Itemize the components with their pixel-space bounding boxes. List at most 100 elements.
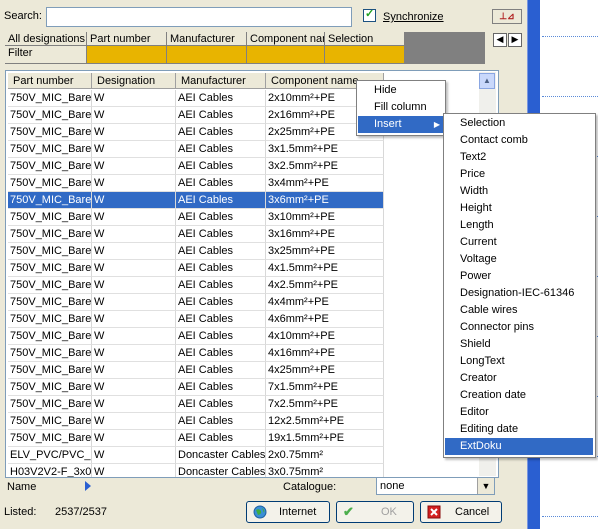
cell-part-number[interactable]: 750V_MIC_Bare <box>8 362 92 379</box>
filter-cell-component-name[interactable] <box>247 46 325 64</box>
table-row[interactable]: 750V_MIC_Bare W AEI Cables 3x1.5mm²+PE <box>8 141 386 158</box>
table-row[interactable]: 750V_MIC_Bare W AEI Cables 3x4mm²+PE <box>8 175 386 192</box>
filter-cell-part-number[interactable] <box>87 46 167 64</box>
chevron-down-icon[interactable]: ▼ <box>477 478 494 494</box>
cell-part-number[interactable]: 750V_MIC_Bare <box>8 243 92 260</box>
menu-item-fill-column[interactable]: Fill column <box>358 99 444 116</box>
cell-designation[interactable]: W <box>92 447 176 464</box>
cell-part-number[interactable]: H03V2V2-F_3x0 <box>8 464 92 477</box>
cell-manufacturer[interactable]: AEI Cables <box>176 396 266 413</box>
cell-part-number[interactable]: 750V_MIC_Bare <box>8 175 92 192</box>
cell-component-name[interactable]: 4x25mm²+PE <box>266 362 384 379</box>
cell-part-number[interactable]: 750V_MIC_Bare <box>8 345 92 362</box>
cell-manufacturer[interactable]: AEI Cables <box>176 107 266 124</box>
cell-manufacturer[interactable]: AEI Cables <box>176 362 266 379</box>
cell-part-number[interactable]: 750V_MIC_Bare <box>8 141 92 158</box>
submenu-item-width[interactable]: Width <box>445 183 593 200</box>
table-row[interactable]: 750V_MIC_Bare W AEI Cables 12x2.5mm²+PE <box>8 413 386 430</box>
table-row[interactable]: 750V_MIC_Bare W AEI Cables 3x6mm²+PE <box>8 192 386 209</box>
submenu-item-length[interactable]: Length <box>445 217 593 234</box>
cell-part-number[interactable]: 750V_MIC_Bare <box>8 379 92 396</box>
filter-cell-manufacturer[interactable] <box>167 46 247 64</box>
cell-manufacturer[interactable]: AEI Cables <box>176 294 266 311</box>
cell-designation[interactable]: W <box>92 141 176 158</box>
cell-designation[interactable]: W <box>92 209 176 226</box>
table-row[interactable]: 750V_MIC_Bare W AEI Cables 4x4mm²+PE <box>8 294 386 311</box>
catalogue-select[interactable]: none ▼ <box>376 477 495 495</box>
table-row[interactable]: 750V_MIC_Bare W AEI Cables 2x25mm²+PE <box>8 124 386 141</box>
cell-designation[interactable]: W <box>92 158 176 175</box>
submenu-item-selection[interactable]: Selection <box>445 115 593 132</box>
cell-part-number[interactable]: 750V_MIC_Bare <box>8 192 92 209</box>
cell-component-name[interactable]: 2x0.75mm² <box>266 447 384 464</box>
cell-designation[interactable]: W <box>92 464 176 477</box>
cell-designation[interactable]: W <box>92 243 176 260</box>
cell-manufacturer[interactable]: AEI Cables <box>176 209 266 226</box>
table-row[interactable]: 750V_MIC_Bare W AEI Cables 19x1.5mm²+PE <box>8 430 386 447</box>
synchronize-label[interactable]: Synchronize <box>383 11 444 23</box>
cell-manufacturer[interactable]: Doncaster Cables <box>176 464 266 477</box>
cell-designation[interactable]: W <box>92 192 176 209</box>
submenu-item-voltage[interactable]: Voltage <box>445 251 593 268</box>
cell-part-number[interactable]: 750V_MIC_Bare <box>8 226 92 243</box>
search-input[interactable] <box>46 7 352 27</box>
cell-component-name[interactable]: 3x16mm²+PE <box>266 226 384 243</box>
synchronize-checkbox[interactable] <box>363 7 376 22</box>
submenu-item-creator[interactable]: Creator <box>445 370 593 387</box>
cell-component-name[interactable]: 19x1.5mm²+PE <box>266 430 384 447</box>
submenu-item-cable-wires[interactable]: Cable wires <box>445 302 593 319</box>
cell-component-name[interactable]: 3x0.75mm² <box>266 464 384 477</box>
cell-part-number[interactable]: 750V_MIC_Bare <box>8 294 92 311</box>
ok-button[interactable]: ✔ OK <box>336 501 414 523</box>
cell-designation[interactable]: W <box>92 396 176 413</box>
filter-header-manufacturer[interactable]: Manufacturer <box>167 32 247 46</box>
cell-designation[interactable]: W <box>92 362 176 379</box>
table-row[interactable]: 750V_MIC_Bare W AEI Cables 2x10mm²+PE <box>8 90 386 107</box>
table-row[interactable]: 750V_MIC_Bare W AEI Cables 4x1.5mm²+PE <box>8 260 386 277</box>
cell-designation[interactable]: W <box>92 260 176 277</box>
cell-manufacturer[interactable]: AEI Cables <box>176 192 266 209</box>
cell-part-number[interactable]: 750V_MIC_Bare <box>8 396 92 413</box>
nav-right-button[interactable]: ▶ <box>508 33 522 47</box>
table-row[interactable]: 750V_MIC_Bare W AEI Cables 7x2.5mm²+PE <box>8 396 386 413</box>
cell-designation[interactable]: W <box>92 379 176 396</box>
cell-component-name[interactable]: 4x1.5mm²+PE <box>266 260 384 277</box>
internet-button[interactable]: Internet <box>246 501 330 523</box>
cell-designation[interactable]: W <box>92 107 176 124</box>
cell-manufacturer[interactable]: AEI Cables <box>176 260 266 277</box>
cell-part-number[interactable]: 750V_MIC_Bare <box>8 124 92 141</box>
cell-part-number[interactable]: 750V_MIC_Bare <box>8 311 92 328</box>
cell-designation[interactable]: W <box>92 345 176 362</box>
cell-part-number[interactable]: 750V_MIC_Bare <box>8 328 92 345</box>
filter-cell-selection[interactable] <box>325 46 405 64</box>
cell-manufacturer[interactable]: AEI Cables <box>176 277 266 294</box>
cell-component-name[interactable]: 7x2.5mm²+PE <box>266 396 384 413</box>
column-header-part-number[interactable]: Part number <box>8 73 92 89</box>
table-row[interactable]: 750V_MIC_Bare W AEI Cables 4x25mm²+PE <box>8 362 386 379</box>
cell-part-number[interactable]: 750V_MIC_Bare <box>8 90 92 107</box>
cell-designation[interactable]: W <box>92 124 176 141</box>
submenu-item-designation-iec-61346[interactable]: Designation-IEC-61346 <box>445 285 593 302</box>
cell-designation[interactable]: W <box>92 430 176 447</box>
filter-header-part-number[interactable]: Part number <box>87 32 167 46</box>
submenu-item-connector-pins[interactable]: Connector pins <box>445 319 593 336</box>
table-row[interactable]: 750V_MIC_Bare W AEI Cables 7x1.5mm²+PE <box>8 379 386 396</box>
tools-button[interactable]: ⊥⊿ <box>492 9 522 24</box>
cell-manufacturer[interactable]: AEI Cables <box>176 345 266 362</box>
cell-designation[interactable]: W <box>92 175 176 192</box>
cell-part-number[interactable]: 750V_MIC_Bare <box>8 158 92 175</box>
scroll-up-button[interactable]: ▲ <box>479 73 495 89</box>
cancel-button[interactable]: Cancel <box>420 501 502 523</box>
cell-manufacturer[interactable]: AEI Cables <box>176 328 266 345</box>
submenu-item-creation-date[interactable]: Creation date <box>445 387 593 404</box>
cell-designation[interactable]: W <box>92 90 176 107</box>
submenu-item-height[interactable]: Height <box>445 200 593 217</box>
table-row[interactable]: 750V_MIC_Bare W AEI Cables 4x16mm²+PE <box>8 345 386 362</box>
submenu-item-power[interactable]: Power <box>445 268 593 285</box>
submenu-item-contact-comb[interactable]: Contact comb <box>445 132 593 149</box>
table-row[interactable]: 750V_MIC_Bare W AEI Cables 4x2.5mm²+PE <box>8 277 386 294</box>
cell-manufacturer[interactable]: AEI Cables <box>176 430 266 447</box>
cell-manufacturer[interactable]: AEI Cables <box>176 243 266 260</box>
filter-header-selection[interactable]: Selection <box>325 32 405 46</box>
cell-manufacturer[interactable]: Doncaster Cables <box>176 447 266 464</box>
